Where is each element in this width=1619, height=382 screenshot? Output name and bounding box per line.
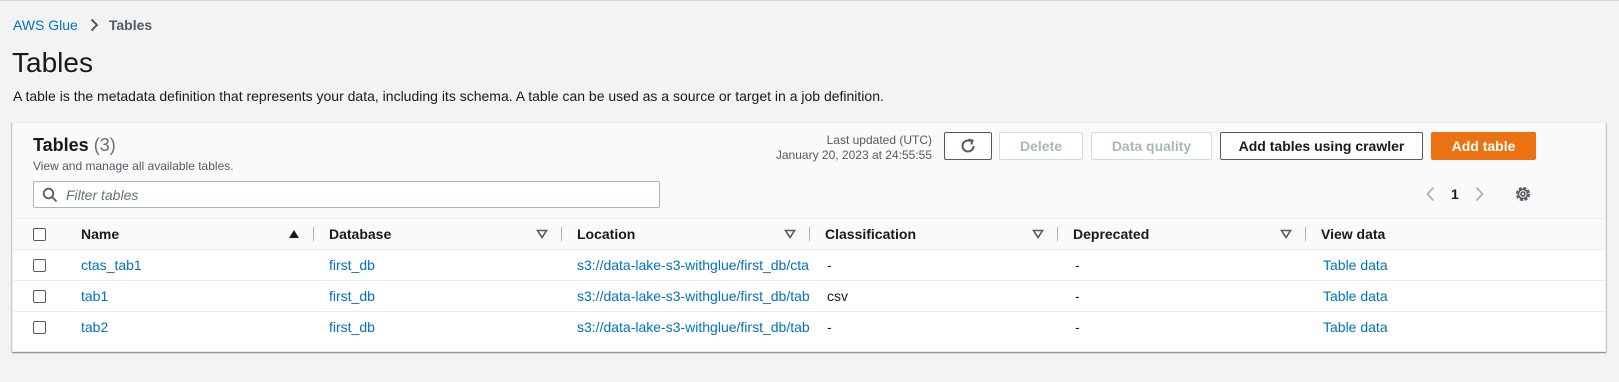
column-header-view-data: View data (1321, 219, 1605, 250)
sort-descending-icon[interactable] (1280, 229, 1292, 239)
column-divider[interactable] (313, 227, 314, 241)
database-link[interactable]: first_db (329, 257, 375, 273)
row-checkbox[interactable] (33, 289, 46, 303)
last-updated: Last updated (UTC) January 20, 2023 at 2… (776, 133, 932, 163)
data-quality-button[interactable]: Data quality (1091, 132, 1212, 160)
page-number[interactable]: 1 (1451, 186, 1459, 202)
select-all-checkbox[interactable] (33, 227, 46, 241)
last-updated-label: Last updated (UTC) (826, 133, 932, 147)
classification-value: - (827, 319, 832, 336)
column-header-database[interactable]: Database (329, 219, 577, 250)
column-header-classification[interactable]: Classification (825, 219, 1073, 250)
refresh-button[interactable] (944, 132, 992, 160)
table-name-link[interactable]: tab1 (81, 288, 108, 304)
page-title: Tables (12, 47, 93, 78)
location-link[interactable]: s3://data-lake-s3-withglue/first_db/tab1 (577, 288, 809, 304)
database-link[interactable]: first_db (329, 319, 375, 335)
table-name-link[interactable]: ctas_tab1 (81, 257, 142, 273)
column-label: Deprecated (1073, 226, 1150, 242)
column-divider[interactable] (1305, 227, 1306, 241)
last-updated-value: January 20, 2023 at 24:55:55 (775, 148, 932, 162)
panel-header: Tables (3) View and manage all available… (13, 123, 1605, 218)
sort-descending-icon[interactable] (1032, 229, 1044, 239)
gear-icon[interactable] (1514, 185, 1532, 203)
panel-title-text: Tables (33, 135, 89, 155)
table-header-row: Name Database Location Classification De… (13, 218, 1605, 250)
column-label: Name (81, 226, 120, 242)
classification-value: - (827, 257, 832, 273)
column-label: Database (329, 226, 392, 242)
panel-subtitle: View and manage all available tables. (33, 159, 234, 173)
breadcrumb: AWS Glue Tables (13, 17, 152, 33)
column-label: View data (1321, 226, 1386, 242)
table-row: tab2 first_db s3://data-lake-s3-withglue… (13, 312, 1605, 343)
tables-panel: Tables (3) View and manage all available… (12, 122, 1606, 352)
location-link[interactable]: s3://data-lake-s3-withglue/first_db/ctas… (577, 257, 809, 273)
deprecated-value: - (1075, 319, 1080, 336)
sort-ascending-icon[interactable] (288, 229, 300, 239)
panel-title: Tables (3) (33, 135, 116, 156)
delete-button[interactable]: Delete (999, 132, 1083, 160)
table-row: ctas_tab1 first_db s3://data-lake-s3-wit… (13, 250, 1605, 281)
breadcrumb-aws-glue[interactable]: AWS Glue (13, 17, 78, 33)
search-icon (42, 187, 58, 203)
pagination: 1 (1421, 186, 1489, 202)
table-data-link[interactable]: Table data (1323, 288, 1388, 304)
table-row: tab1 first_db s3://data-lake-s3-withglue… (13, 281, 1605, 312)
sort-descending-icon[interactable] (784, 229, 796, 239)
column-divider[interactable] (1057, 227, 1058, 241)
top-border (0, 0, 1619, 1)
column-divider[interactable] (561, 227, 562, 241)
table-count: (3) (93, 135, 116, 155)
add-tables-crawler-button[interactable]: Add tables using crawler (1220, 132, 1423, 160)
page-description: A table is the metadata definition that … (13, 88, 884, 104)
column-label: Location (577, 226, 636, 242)
table-name-link[interactable]: tab2 (81, 319, 108, 335)
column-header-name[interactable]: Name (81, 219, 329, 250)
column-divider[interactable] (809, 227, 810, 241)
database-link[interactable]: first_db (329, 288, 375, 304)
deprecated-value: - (1075, 257, 1080, 273)
sort-descending-icon[interactable] (536, 229, 548, 239)
table-data-link[interactable]: Table data (1323, 257, 1388, 273)
column-header-deprecated[interactable]: Deprecated (1073, 219, 1321, 250)
breadcrumb-current: Tables (108, 17, 153, 33)
tables-table: Name Database Location Classification De… (13, 218, 1605, 343)
chevron-right-icon (90, 18, 99, 32)
add-table-button[interactable]: Add table (1431, 132, 1536, 160)
column-header-location[interactable]: Location (577, 219, 825, 250)
filter-tables[interactable] (33, 181, 660, 208)
location-link[interactable]: s3://data-lake-s3-withglue/first_db/tab2 (577, 319, 809, 335)
chevron-right-icon[interactable] (1471, 186, 1489, 202)
deprecated-value: - (1075, 288, 1080, 304)
row-checkbox[interactable] (33, 320, 46, 334)
table-data-link[interactable]: Table data (1323, 319, 1388, 335)
search-input[interactable] (66, 186, 626, 203)
chevron-left-icon[interactable] (1421, 186, 1439, 202)
row-checkbox[interactable] (33, 258, 46, 272)
column-label: Classification (825, 226, 917, 242)
classification-value: csv (827, 288, 848, 304)
refresh-icon (959, 137, 977, 155)
